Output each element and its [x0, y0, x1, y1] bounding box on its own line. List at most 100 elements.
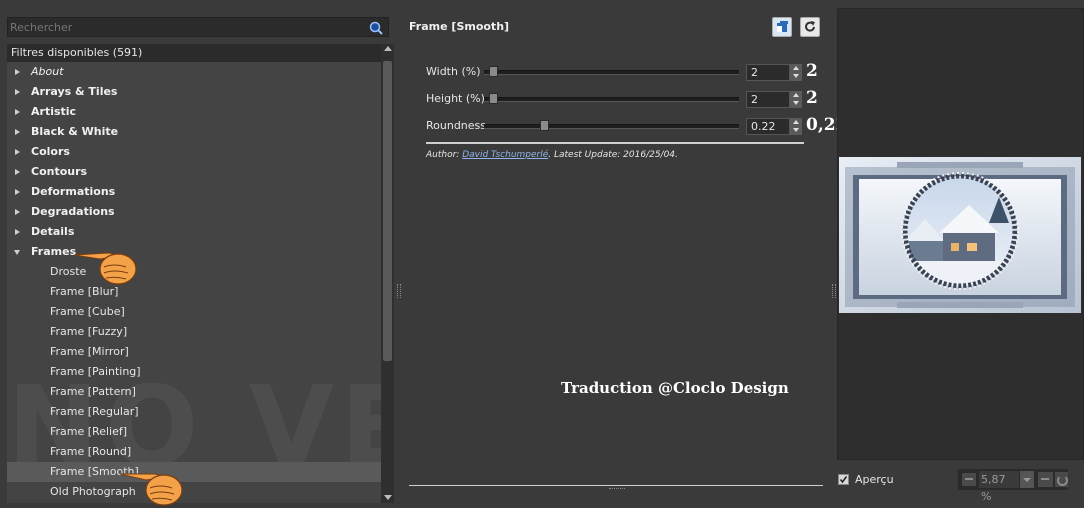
param-slider-handle[interactable] [540, 120, 549, 131]
preview-image[interactable] [839, 157, 1081, 313]
right-splitter-grip[interactable] [832, 284, 836, 298]
split-view-icon [777, 21, 788, 32]
category-label: Deformations [31, 185, 116, 198]
param-slider-track[interactable] [484, 70, 739, 75]
filter-item[interactable]: Droste [7, 262, 381, 282]
category-item[interactable]: Black & White [7, 122, 381, 142]
expanded-arrow-icon[interactable] [14, 250, 20, 255]
scrollbar-thumb[interactable] [383, 61, 392, 361]
filter-label: Frame [Regular] [50, 405, 139, 418]
collapsed-arrow-icon[interactable] [15, 69, 20, 75]
filter-item[interactable]: Frame [Relief] [7, 422, 381, 442]
filter-item[interactable]: Frame [Blur] [7, 282, 381, 302]
param-annotation: 2 [806, 88, 818, 108]
param-label: Height (%) [426, 92, 485, 105]
filter-item[interactable]: Frame [Fuzzy] [7, 322, 381, 342]
separator-line [426, 142, 804, 144]
bottom-splitter-grip[interactable] [609, 488, 625, 491]
category-item[interactable]: Artistic [7, 102, 381, 122]
spin-down-icon[interactable] [793, 74, 799, 78]
refresh-icon [1057, 475, 1068, 486]
zoom-controls: 5,87 % [958, 469, 1068, 503]
collapsed-arrow-icon[interactable] [15, 229, 20, 235]
filter-label: Frame [Fuzzy] [50, 325, 128, 338]
category-label: Details [31, 225, 75, 238]
zoom-dropdown[interactable] [1020, 471, 1034, 488]
collapsed-arrow-icon[interactable] [15, 169, 20, 175]
reset-button[interactable] [800, 17, 820, 37]
filter-item[interactable]: Frame [Pattern] [7, 382, 381, 402]
filter-item[interactable]: Frame [Round] [7, 442, 381, 462]
category-item[interactable]: Colors [7, 142, 381, 162]
zoom-reset-button[interactable] [1055, 472, 1068, 487]
filter-tree[interactable]: NO VERSIO AboutArrays & TilesArtisticBla… [7, 62, 381, 503]
param-spin-buttons[interactable] [790, 118, 802, 135]
scroll-down-arrow-icon[interactable] [384, 495, 392, 500]
spin-down-icon[interactable] [793, 128, 799, 132]
tree-scrollbar[interactable] [381, 44, 394, 503]
category-label: Artistic [31, 105, 77, 118]
collapsed-arrow-icon[interactable] [15, 109, 20, 115]
filter-title: Frame [Smooth] [409, 20, 510, 33]
category-label: Black & White [31, 125, 119, 138]
category-label: Degradations [31, 205, 115, 218]
filter-item[interactable]: Frame [Smooth] [7, 462, 381, 482]
category-item[interactable]: Frames [7, 242, 381, 262]
category-item[interactable]: Contours [7, 162, 381, 182]
category-item[interactable]: About [7, 62, 381, 82]
collapsed-arrow-icon[interactable] [15, 149, 20, 155]
chevron-down-icon [1023, 478, 1031, 482]
filter-label: Frame [Mirror] [50, 345, 129, 358]
collapsed-arrow-icon[interactable] [15, 209, 20, 215]
filter-label: Frame [Relief] [50, 425, 128, 438]
filter-label: Frame [Cube] [50, 305, 125, 318]
collapsed-arrow-icon[interactable] [15, 89, 20, 95]
checkmark-icon [839, 476, 848, 484]
left-splitter-grip[interactable] [397, 284, 401, 298]
search-input[interactable] [10, 20, 360, 34]
filters-header: Filtres disponibles (591) [7, 44, 381, 62]
param-spin-buttons[interactable] [790, 64, 802, 81]
plus-icon [1041, 478, 1049, 480]
spin-down-icon[interactable] [793, 101, 799, 105]
param-slider-track[interactable] [484, 97, 739, 102]
zoom-in-button[interactable] [1038, 472, 1053, 487]
spin-up-icon[interactable] [793, 93, 799, 97]
param-spin-buttons[interactable] [790, 91, 802, 108]
param-value-input[interactable]: 0.22 [746, 118, 790, 135]
spin-up-icon[interactable] [793, 120, 799, 124]
collapsed-arrow-icon[interactable] [15, 129, 20, 135]
param-slider-handle[interactable] [489, 93, 498, 104]
apercu-label: Aperçu [855, 473, 894, 486]
filter-item[interactable]: Old Photograph [7, 482, 381, 502]
bottom-separator [409, 485, 823, 486]
filter-item[interactable]: Frame [Regular] [7, 402, 381, 422]
search-box[interactable] [7, 17, 389, 37]
apercu-checkbox[interactable] [838, 474, 849, 485]
category-item[interactable]: Details [7, 222, 381, 242]
filter-item[interactable]: Frame [Cube] [7, 302, 381, 322]
collapsed-arrow-icon[interactable] [15, 189, 20, 195]
category-label: Arrays & Tiles [31, 85, 118, 98]
search-icon[interactable] [368, 20, 384, 36]
param-label: Width (%) [426, 65, 481, 78]
filter-item[interactable]: Frame [Mirror] [7, 342, 381, 362]
filter-item[interactable]: Frame [Painting] [7, 362, 381, 382]
param-slider-track[interactable] [484, 124, 739, 129]
category-item[interactable]: Arrays & Tiles [7, 82, 381, 102]
preview-mode-button[interactable] [772, 17, 792, 37]
param-value-input[interactable]: 2 [746, 91, 790, 108]
zoom-out-button[interactable] [961, 472, 977, 487]
param-value-input[interactable]: 2 [746, 64, 790, 81]
spin-up-icon[interactable] [793, 66, 799, 70]
translation-credit: Traduction @Cloclo Design [561, 379, 789, 397]
filter-label: Frame [Round] [50, 445, 132, 458]
author-link[interactable]: David Tschumperlé [462, 150, 548, 160]
category-item[interactable]: Deformations [7, 182, 381, 202]
param-slider-handle[interactable] [489, 66, 498, 77]
zoom-value[interactable]: 5,87 % [979, 471, 1019, 503]
author-prefix: Author: [426, 150, 463, 160]
scroll-up-arrow-icon[interactable] [384, 46, 392, 51]
author-info: Author: David Tschumperlé. Latest Update… [426, 150, 678, 160]
category-item[interactable]: Degradations [7, 202, 381, 222]
